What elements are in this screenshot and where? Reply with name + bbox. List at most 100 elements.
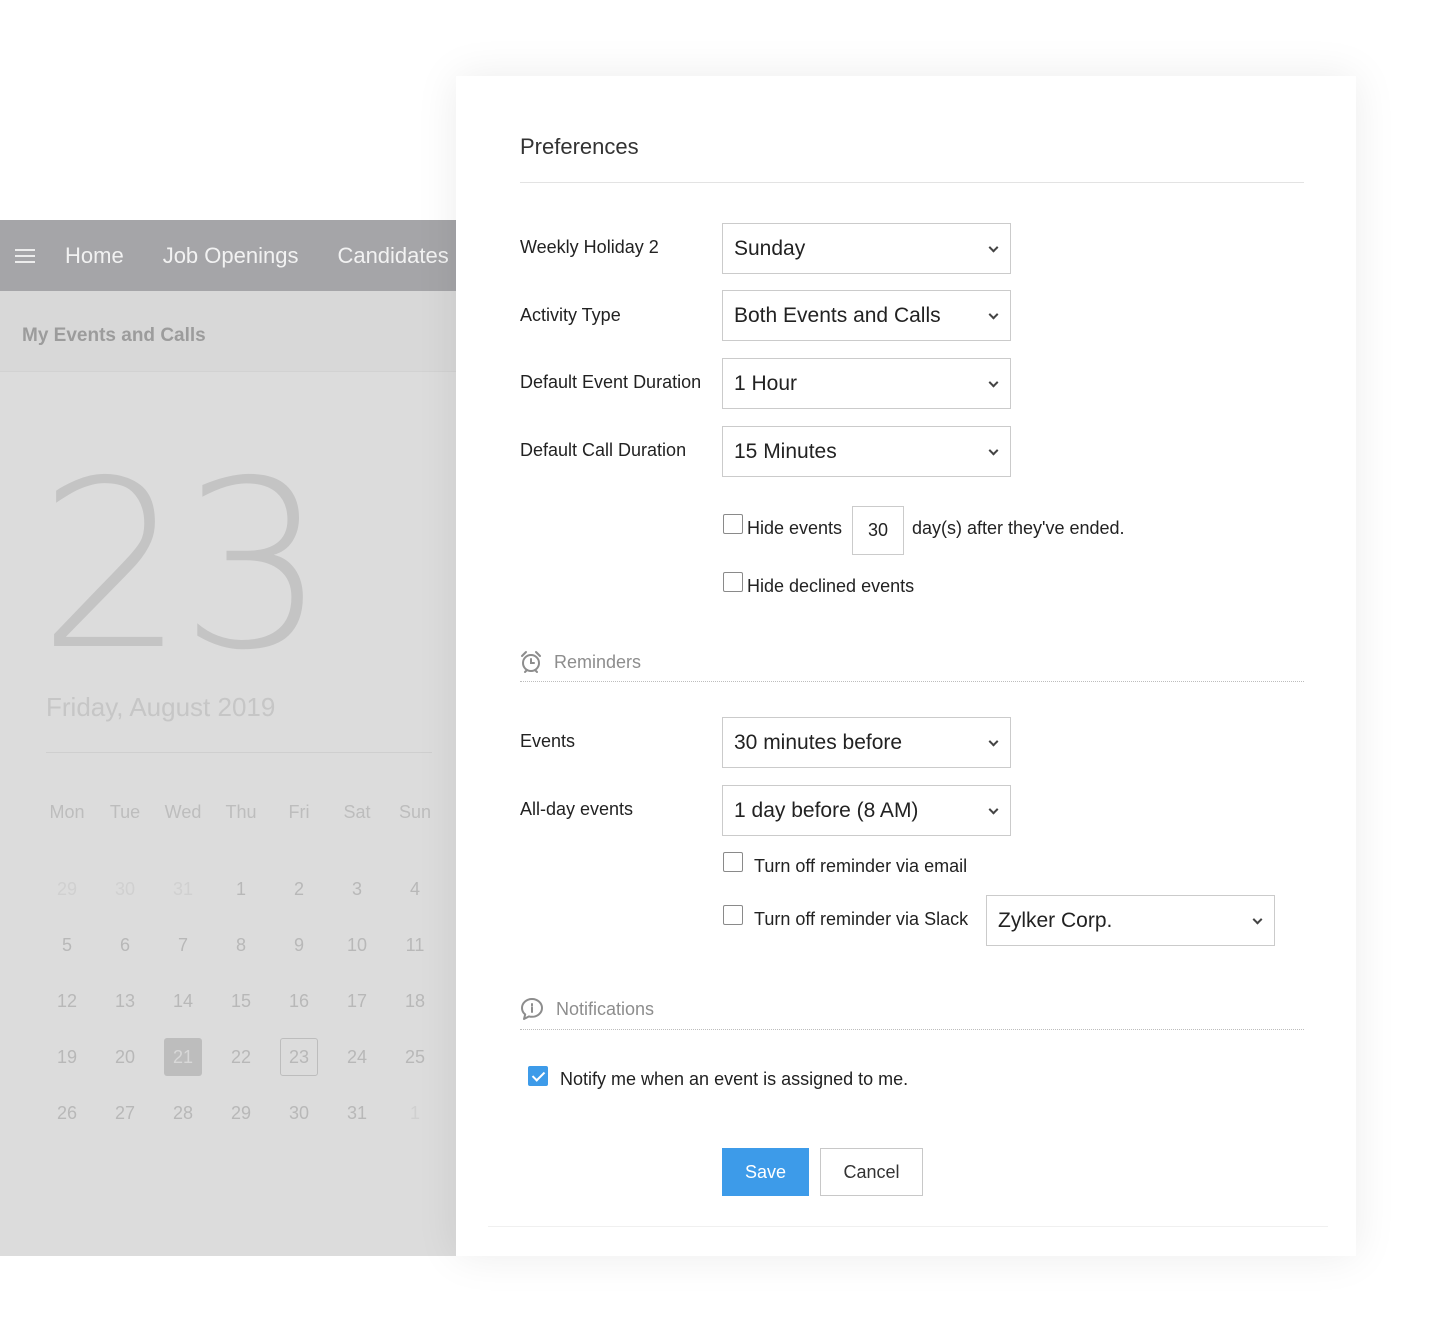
nav-job-openings[interactable]: Job Openings bbox=[163, 243, 299, 269]
modal-title: Preferences bbox=[520, 134, 639, 159]
event-duration-label: Default Event Duration bbox=[520, 372, 702, 392]
email-reminder-off-checkbox[interactable] bbox=[723, 852, 743, 872]
cancel-button[interactable]: Cancel bbox=[820, 1148, 923, 1196]
top-navigation: Home Job Openings Candidates bbox=[0, 220, 456, 291]
footer-divider bbox=[488, 1226, 1328, 1227]
calendar-day[interactable]: 12 bbox=[38, 982, 96, 1020]
allday-reminder-value: 1 day before (8 AM) bbox=[734, 798, 919, 822]
call-duration-value: 15 Minutes bbox=[734, 439, 837, 463]
chevron-down-icon bbox=[988, 377, 999, 388]
calendar-day[interactable]: 11 bbox=[386, 926, 444, 964]
hamburger-menu-icon[interactable] bbox=[15, 248, 35, 264]
notifications-section-header: Notifications bbox=[520, 997, 654, 1021]
hide-events-checkbox[interactable] bbox=[723, 514, 743, 534]
calendar-day[interactable]: 9 bbox=[270, 926, 328, 964]
slack-workspace-select[interactable]: Zylker Corp. bbox=[986, 895, 1275, 946]
activity-type-select[interactable]: Both Events and Calls bbox=[722, 290, 1011, 341]
slack-workspace-value: Zylker Corp. bbox=[998, 908, 1113, 932]
event-duration-value: 1 Hour bbox=[734, 371, 798, 395]
calendar-day[interactable]: 19 bbox=[38, 1038, 96, 1076]
weekday-sat: Sat bbox=[343, 802, 371, 822]
reminders-section-header: Reminders bbox=[520, 650, 641, 674]
subheader: My Events and Calls bbox=[0, 291, 456, 372]
calendar-day[interactable]: 4 bbox=[386, 870, 444, 908]
notifications-heading: Notifications bbox=[556, 998, 655, 1019]
activity-type-label: Activity Type bbox=[520, 305, 621, 325]
chevron-down-icon bbox=[1252, 914, 1263, 925]
divider bbox=[46, 752, 432, 753]
chevron-down-icon bbox=[988, 736, 999, 747]
events-reminder-value: 30 minutes before bbox=[734, 730, 903, 754]
event-duration-select[interactable]: 1 Hour bbox=[722, 358, 1011, 409]
allday-reminder-label: All-day events bbox=[520, 799, 634, 819]
nav-candidates[interactable]: Candidates bbox=[337, 243, 448, 269]
calendar-day[interactable]: 14 bbox=[154, 982, 212, 1020]
calendar-day[interactable]: 7 bbox=[154, 926, 212, 964]
chevron-down-icon bbox=[988, 804, 999, 815]
calendar-day[interactable]: 24 bbox=[328, 1038, 386, 1076]
calendar-day[interactable]: 31 bbox=[328, 1094, 386, 1132]
calendar-day[interactable]: 30 bbox=[270, 1094, 328, 1132]
weekly-holiday-select[interactable]: Sunday bbox=[722, 223, 1011, 274]
calendar-day[interactable]: 10 bbox=[328, 926, 386, 964]
email-reminder-off-label: Turn off reminder via email bbox=[754, 856, 968, 876]
page-title: My Events and Calls bbox=[22, 325, 206, 346]
calendar-day[interactable]: 28 bbox=[154, 1094, 212, 1132]
calendar-day[interactable]: 30 bbox=[96, 870, 154, 908]
calendar-day[interactable]: 1 bbox=[386, 1094, 444, 1132]
calendar-day[interactable]: 1 bbox=[212, 870, 270, 908]
save-button[interactable]: Save bbox=[722, 1148, 809, 1196]
calendar-day[interactable]: 18 bbox=[386, 982, 444, 1020]
notify-assigned-checkbox[interactable] bbox=[528, 1066, 548, 1086]
chevron-down-icon bbox=[988, 309, 999, 320]
calendar-day[interactable]: 16 bbox=[270, 982, 328, 1020]
hide-events-suffix: day(s) after they've ended. bbox=[912, 518, 1125, 538]
hide-declined-checkbox[interactable] bbox=[723, 572, 743, 592]
chevron-down-icon bbox=[988, 242, 999, 253]
hide-declined-label: Hide declined events bbox=[747, 576, 915, 596]
calendar-day[interactable]: 6 bbox=[96, 926, 154, 964]
weekday-tue: Tue bbox=[109, 802, 141, 822]
big-day-number: 23 bbox=[38, 431, 327, 701]
slack-reminder-off-checkbox[interactable] bbox=[723, 905, 743, 925]
nav-home[interactable]: Home bbox=[65, 243, 124, 269]
calendar-day[interactable]: 15 bbox=[212, 982, 270, 1020]
calendar-day[interactable]: 31 bbox=[154, 870, 212, 908]
events-reminder-label: Events bbox=[520, 731, 576, 751]
notify-assigned-label: Notify me when an event is assigned to m… bbox=[560, 1069, 909, 1089]
hide-events-days-input[interactable]: 30 bbox=[852, 506, 904, 555]
weekday-mon: Mon bbox=[49, 802, 85, 822]
allday-reminder-select[interactable]: 1 day before (8 AM) bbox=[722, 785, 1011, 836]
call-duration-label: Default Call Duration bbox=[520, 440, 687, 460]
calendar-day[interactable]: 29 bbox=[212, 1094, 270, 1132]
weekly-holiday-label: Weekly Holiday 2 bbox=[520, 237, 659, 257]
weekly-holiday-value: Sunday bbox=[734, 236, 806, 260]
calendar-day[interactable]: 23 bbox=[280, 1038, 318, 1076]
notifications-divider bbox=[520, 1029, 1304, 1030]
hide-events-label: Hide events bbox=[747, 518, 843, 538]
calendar-day[interactable]: 29 bbox=[38, 870, 96, 908]
calendar-day[interactable]: 5 bbox=[38, 926, 96, 964]
activity-type-value: Both Events and Calls bbox=[734, 303, 941, 327]
calendar-day[interactable]: 3 bbox=[328, 870, 386, 908]
calendar-day[interactable]: 17 bbox=[328, 982, 386, 1020]
events-reminder-select[interactable]: 30 minutes before bbox=[722, 717, 1011, 768]
calendar-day[interactable]: 21 bbox=[164, 1038, 202, 1076]
date-subtitle: Friday, August 2019 bbox=[46, 692, 276, 722]
reminders-divider bbox=[520, 681, 1304, 682]
calendar-day[interactable]: 22 bbox=[212, 1038, 270, 1076]
chevron-down-icon bbox=[988, 445, 999, 456]
calendar-day[interactable]: 2 bbox=[270, 870, 328, 908]
calendar-day[interactable]: 13 bbox=[96, 982, 154, 1020]
calendar-day[interactable]: 8 bbox=[212, 926, 270, 964]
calendar-day[interactable]: 20 bbox=[96, 1038, 154, 1076]
weekday-header: Mon Tue Wed Thu Fri Sat Sun bbox=[38, 802, 444, 823]
call-duration-select[interactable]: 15 Minutes bbox=[722, 426, 1011, 477]
weekday-sun: Sun bbox=[398, 802, 432, 822]
calendar-day[interactable]: 25 bbox=[386, 1038, 444, 1076]
preferences-modal: Preferences Weekly Holiday 2 Sunday Acti… bbox=[456, 76, 1356, 1256]
weekday-wed: Wed bbox=[164, 802, 202, 822]
reminders-heading: Reminders bbox=[554, 651, 642, 672]
calendar-day[interactable]: 27 bbox=[96, 1094, 154, 1132]
calendar-day[interactable]: 26 bbox=[38, 1094, 96, 1132]
